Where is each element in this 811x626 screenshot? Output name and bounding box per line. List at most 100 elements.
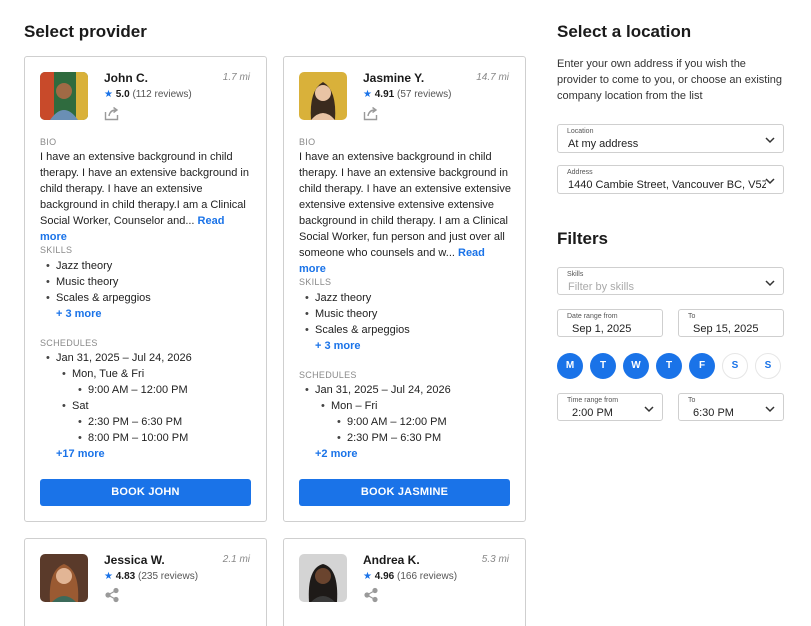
day-toggle-sunday[interactable]: S <box>755 353 781 379</box>
star-icon: ★ <box>104 571 113 582</box>
time-from-value: 2:00 PM <box>572 407 613 419</box>
chevron-down-icon <box>644 406 654 413</box>
avatar <box>40 554 88 602</box>
date-to-field[interactable]: To Sep 15, 2025 <box>678 309 784 337</box>
star-icon: ★ <box>363 89 372 100</box>
share-icon[interactable] <box>104 587 120 603</box>
time-from-label: Time range from <box>567 397 619 404</box>
date-to-value: Sep 15, 2025 <box>693 323 759 335</box>
schedules-label: SCHEDULES <box>299 370 357 380</box>
provider-distance: 5.3 mi <box>481 554 509 565</box>
bio-label: BIO <box>299 137 316 147</box>
schedule-time: 2:30 PM – 6:30 PM <box>40 414 192 430</box>
provider-rating: ★ 5.0 (112 reviews) <box>104 89 192 100</box>
chevron-down-icon <box>765 178 775 185</box>
schedule-days: Mon, Tue & Fri <box>40 366 192 382</box>
address-value: 1440 Cambie Street, Vancouver BC, V5Z... <box>568 179 766 191</box>
share-icon[interactable] <box>363 587 379 603</box>
date-from-label: Date range from <box>567 313 618 320</box>
skills-filter-placeholder: Filter by skills <box>568 281 635 293</box>
day-toggle-saturday[interactable]: S <box>722 353 748 379</box>
page-title-select-provider: Select provider <box>24 22 147 41</box>
time-to-label: To <box>688 397 696 404</box>
location-select[interactable]: Location At my address <box>557 124 784 153</box>
skills-label: SKILLS <box>40 245 73 255</box>
provider-name: Jasmine Y. <box>363 71 425 85</box>
filters-title: Filters <box>557 229 609 248</box>
schedule-range: Jan 31, 2025 – Jul 24, 2026 <box>40 350 192 366</box>
address-label: Address <box>567 169 593 176</box>
provider-distance: 14.7 mi <box>476 72 509 83</box>
list-item: Music theory <box>299 306 410 322</box>
review-count: (166 reviews) <box>397 571 458 582</box>
date-from-value: Sep 1, 2025 <box>572 323 632 335</box>
day-toggle-tuesday[interactable]: T <box>590 353 616 379</box>
date-to-label: To <box>688 313 696 320</box>
schedule-time: 8:00 PM – 10:00 PM <box>40 430 192 446</box>
provider-distance: 2.1 mi <box>222 554 250 565</box>
provider-bio: I have an extensive background in child … <box>299 149 511 277</box>
provider-rating: ★ 4.91 (57 reviews) <box>363 89 451 100</box>
provider-distance: 1.7 mi <box>222 72 250 83</box>
schedule-more-link[interactable]: +17 more <box>40 446 192 462</box>
location-label: Location <box>567 128 594 135</box>
skills-filter-select[interactable]: Skills Filter by skills <box>557 267 784 295</box>
book-john-button[interactable]: BOOK JOHN <box>40 479 251 506</box>
rating-value: 4.96 <box>374 571 395 582</box>
provider-rating: ★ 4.83 (235 reviews) <box>104 571 198 582</box>
provider-name: Andrea K. <box>363 553 420 567</box>
day-toggle-thursday[interactable]: T <box>656 353 682 379</box>
chevron-down-icon <box>765 137 775 144</box>
bio-text: I have an extensive background in child … <box>299 151 511 259</box>
date-from-field[interactable]: Date range from Sep 1, 2025 <box>557 309 663 337</box>
list-item: Scales & arpeggios <box>40 290 151 306</box>
skills-more-link[interactable]: + 3 more <box>40 306 151 322</box>
schedule-days: Sat <box>40 398 192 414</box>
schedule-list: Jan 31, 2025 – Jul 24, 2026 Mon – Fri 9:… <box>299 382 451 462</box>
avatar <box>299 554 347 602</box>
day-toggle-monday[interactable]: M <box>557 353 583 379</box>
avatar <box>299 72 347 120</box>
location-value: At my address <box>568 138 639 150</box>
share-icon[interactable] <box>363 105 379 121</box>
review-count: (57 reviews) <box>397 89 452 100</box>
schedules-label: SCHEDULES <box>40 338 98 348</box>
share-icon[interactable] <box>104 105 120 121</box>
provider-card-john: John C. 1.7 mi ★ 5.0 (112 reviews) BIO I… <box>24 56 267 522</box>
skills-filter-label: Skills <box>567 271 584 278</box>
provider-name: Jessica W. <box>104 553 165 567</box>
chevron-down-icon <box>765 280 775 287</box>
provider-name: John C. <box>104 71 148 85</box>
schedule-more-link[interactable]: +2 more <box>299 446 451 462</box>
day-toggle-wednesday[interactable]: W <box>623 353 649 379</box>
provider-card-jasmine: Jasmine Y. 14.7 mi ★ 4.91 (57 reviews) B… <box>283 56 526 522</box>
time-from-select[interactable]: Time range from 2:00 PM <box>557 393 663 421</box>
day-toggle-friday[interactable]: F <box>689 353 715 379</box>
location-intro-text: Enter your own address if you wish the p… <box>557 58 783 102</box>
time-to-value: 6:30 PM <box>693 407 734 419</box>
skills-more-link[interactable]: + 3 more <box>299 338 410 354</box>
review-count: (112 reviews) <box>132 89 192 100</box>
address-select[interactable]: Address 1440 Cambie Street, Vancouver BC… <box>557 165 784 194</box>
provider-card-jessica: Jessica W. 2.1 mi ★ 4.83 (235 reviews) <box>24 538 267 626</box>
star-icon: ★ <box>363 571 372 582</box>
schedule-days: Mon – Fri <box>299 398 451 414</box>
provider-bio: I have an extensive background in child … <box>40 149 252 245</box>
schedule-time: 9:00 AM – 12:00 PM <box>299 414 451 430</box>
schedule-range: Jan 31, 2025 – Jul 24, 2026 <box>299 382 451 398</box>
rating-value: 4.83 <box>115 571 136 582</box>
chevron-down-icon <box>765 406 775 413</box>
book-jasmine-button[interactable]: BOOK JASMINE <box>299 479 510 506</box>
schedule-time: 2:30 PM – 6:30 PM <box>299 430 451 446</box>
list-item: Jazz theory <box>40 258 151 274</box>
avatar <box>40 72 88 120</box>
skills-list: Jazz theory Music theory Scales & arpegg… <box>299 290 410 354</box>
provider-card-andrea: Andrea K. 5.3 mi ★ 4.96 (166 reviews) <box>283 538 526 626</box>
review-count: (235 reviews) <box>138 571 199 582</box>
time-to-select[interactable]: To 6:30 PM <box>678 393 784 421</box>
provider-rating: ★ 4.96 (166 reviews) <box>363 571 457 582</box>
schedule-list: Jan 31, 2025 – Jul 24, 2026 Mon, Tue & F… <box>40 350 192 462</box>
page-title-select-location: Select a location <box>557 22 692 41</box>
list-item: Scales & arpeggios <box>299 322 410 338</box>
skills-label: SKILLS <box>299 277 332 287</box>
